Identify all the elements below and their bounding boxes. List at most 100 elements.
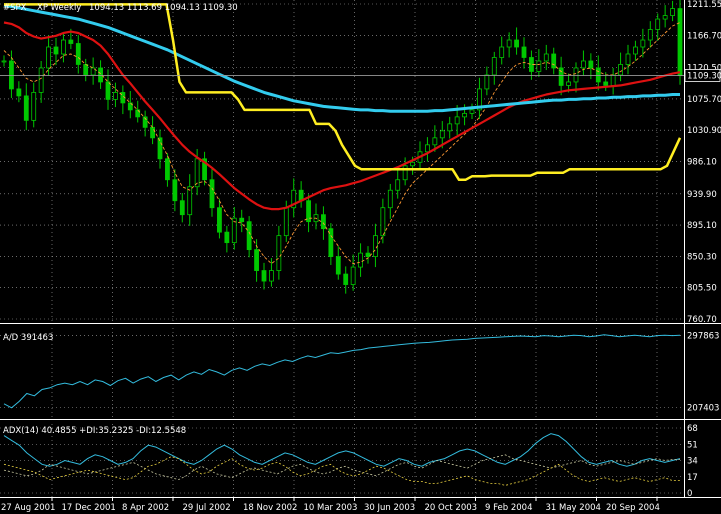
price-tick-label: 986.10 xyxy=(687,158,717,168)
time-tick-label: 18 Nov 2002 xyxy=(243,503,297,513)
candle-body xyxy=(581,60,586,69)
candle-body xyxy=(254,249,259,271)
candle-body xyxy=(618,64,623,76)
candle-body xyxy=(647,29,653,41)
candle-body xyxy=(187,186,193,216)
candle-body xyxy=(655,18,661,30)
symbol-label: #SPX xyxy=(3,3,27,13)
candle-body xyxy=(16,88,22,97)
time-tick-label: 29 Jul 2002 xyxy=(183,503,231,513)
candle-body xyxy=(38,67,44,93)
candle-body xyxy=(179,200,185,216)
candle-body xyxy=(573,67,579,83)
candle-body xyxy=(224,231,230,244)
adx-tick-label: 51 xyxy=(687,440,698,450)
ad-tick-label: 297863 xyxy=(687,331,719,341)
timeframe-label: XP Weekly xyxy=(37,3,81,13)
candle-body xyxy=(662,15,668,20)
price-tick-label: 1075.70 xyxy=(687,95,721,105)
candle-body xyxy=(105,81,111,100)
time-tick-label: 20 Sep 2004 xyxy=(606,503,660,513)
price-tick-label: 1211.55 xyxy=(687,0,721,10)
adx-title: ADX(14) 40.4855 +DI:35.2325 -DI:12.5548 xyxy=(3,426,186,436)
time-tick-label: 31 May 2004 xyxy=(546,503,601,513)
time-tick-label: 17 Dec 2001 xyxy=(62,503,116,513)
candle-body xyxy=(603,81,609,86)
candle-body xyxy=(514,39,519,48)
chart-canvas: 1211.551166.701120.501075.701030.90986.1… xyxy=(0,0,721,514)
ad-tick-label: 207403 xyxy=(687,403,719,413)
candle-body xyxy=(551,53,557,69)
candle-body xyxy=(395,179,401,191)
candle-body xyxy=(276,235,282,271)
candle-body xyxy=(484,74,490,90)
ad-title: A/D 391463 xyxy=(3,333,53,343)
candle-body xyxy=(358,252,363,268)
candle-body xyxy=(439,130,445,139)
candle-body xyxy=(83,64,89,76)
candle-body xyxy=(172,179,178,202)
candle-body xyxy=(98,67,103,83)
current-price-marker: 1109.30 xyxy=(684,69,721,82)
candle-body xyxy=(283,207,289,237)
time-tick-label: 10 Mar 2003 xyxy=(304,503,358,513)
price-tick-label: 805.50 xyxy=(687,284,717,294)
candle-body xyxy=(46,46,51,69)
candle-body xyxy=(425,144,430,153)
price-tick-label: 939.90 xyxy=(687,190,717,200)
candle-body xyxy=(462,112,467,118)
candle-body xyxy=(269,270,274,282)
price-tick-label: 1030.90 xyxy=(687,126,721,136)
candle-body xyxy=(1,60,7,63)
time-tick-label: 27 Aug 2001 xyxy=(1,503,55,513)
time-tick-label: 20 Oct 2003 xyxy=(425,503,478,513)
time-tick-label: 9 Feb 2004 xyxy=(485,503,533,513)
candle-body xyxy=(595,67,601,83)
current-price-label: 1109.30 xyxy=(687,71,721,81)
candle-body xyxy=(625,53,631,65)
candle-body xyxy=(380,207,386,237)
candle-body xyxy=(209,179,215,209)
candle-body xyxy=(246,221,252,251)
candle-body xyxy=(31,92,37,121)
candle-body xyxy=(365,252,371,258)
candle-body xyxy=(350,266,356,285)
candle-body xyxy=(521,46,527,58)
candle-body xyxy=(261,270,267,282)
candle-body xyxy=(499,46,505,58)
candle-body xyxy=(53,46,59,55)
candle-body xyxy=(677,8,683,77)
candle-body xyxy=(387,189,393,209)
candle-body xyxy=(536,60,542,72)
candle-body xyxy=(165,158,170,181)
candle-body xyxy=(335,256,341,275)
price-tick-label: 895.10 xyxy=(687,221,717,231)
trading-chart-window: 1211.55 1166.70 1120.50 1075.70 1030.90 986.1… xyxy=(0,0,721,514)
time-tick-label: 30 Jun 2003 xyxy=(364,503,415,513)
price-tick-label: 1166.70 xyxy=(687,31,721,41)
candle-body xyxy=(321,214,326,230)
price-tick-label: 850.30 xyxy=(687,252,717,262)
candle-body xyxy=(640,39,646,48)
candle-body xyxy=(68,39,74,44)
candle-body xyxy=(469,109,475,114)
candle-body xyxy=(75,43,81,65)
candle-body xyxy=(217,207,222,233)
candle-body xyxy=(543,53,549,62)
candle-body xyxy=(239,217,245,223)
candle-body xyxy=(432,137,438,146)
candle-body xyxy=(343,273,349,285)
candle-body xyxy=(410,161,415,167)
adx-tick-label: 68 xyxy=(687,424,698,434)
candle-body xyxy=(454,116,460,125)
candle-body xyxy=(9,60,14,90)
candle-body xyxy=(566,81,571,86)
ohlc-label: 1094.13 1113.69 1094.13 1109.30 xyxy=(89,3,238,13)
time-tick-label: 8 Apr 2002 xyxy=(122,503,169,513)
candle-body xyxy=(670,8,675,16)
candle-body xyxy=(194,158,200,188)
adx-tick-label: 34 xyxy=(687,457,698,467)
candle-body xyxy=(113,92,118,100)
candle-body xyxy=(610,74,616,86)
candle-body xyxy=(588,60,594,69)
